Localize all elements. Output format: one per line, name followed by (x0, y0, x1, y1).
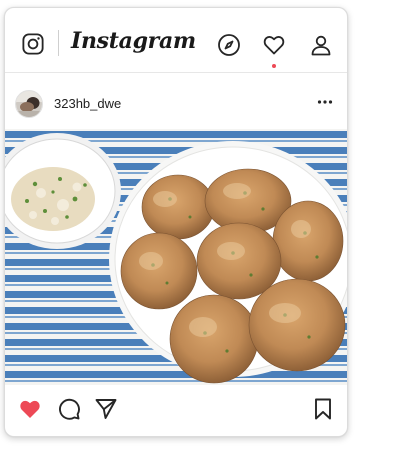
comment-bubble-icon[interactable] (57, 397, 81, 421)
more-horizontal-icon[interactable] (317, 99, 333, 105)
notification-dot (272, 64, 276, 68)
compass-icon[interactable] (217, 33, 241, 57)
heart-outline-icon[interactable] (262, 33, 286, 57)
heart-filled-icon[interactable] (18, 397, 42, 421)
post-photo[interactable] (5, 129, 347, 385)
instagram-camera-icon[interactable] (22, 33, 44, 55)
logo-divider (58, 30, 59, 56)
avatar[interactable] (15, 90, 43, 118)
person-icon[interactable] (309, 33, 333, 57)
post-username[interactable]: 323hb_dwe (54, 96, 121, 111)
paper-plane-icon[interactable] (94, 397, 118, 421)
bookmark-icon[interactable] (311, 397, 335, 421)
instagram-wordmark[interactable]: Instagram (71, 28, 196, 54)
